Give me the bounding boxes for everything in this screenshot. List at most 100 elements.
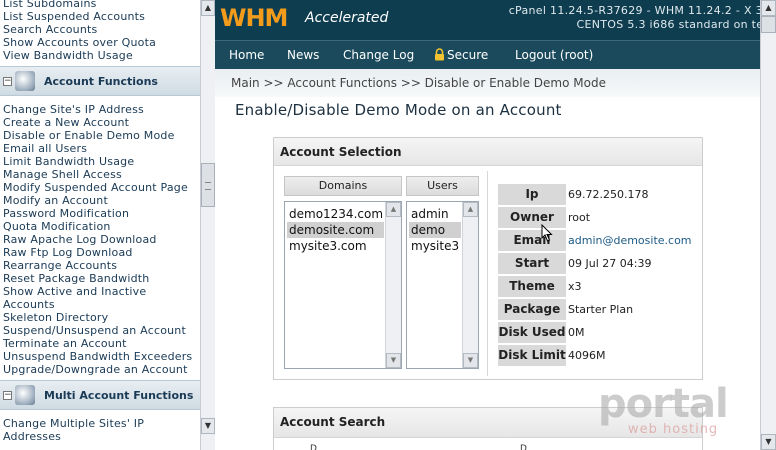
section-title: Account Functions <box>44 75 158 88</box>
detail-value-ip: 69.72.250.178 <box>568 188 649 201</box>
sidebar-link[interactable]: Password Modification <box>3 207 129 220</box>
version-info: cPanel 11.24.5-R37629 - WHM 11.24.2 - X … <box>508 4 760 17</box>
nav-secure-label: Secure <box>447 48 489 62</box>
page-scrollbar[interactable]: ▲ ▼ <box>760 0 776 450</box>
sidebar-link[interactable]: Create a New Account <box>3 116 129 129</box>
detail-label-owner: Owner <box>498 207 566 228</box>
sidebar-link[interactable]: Modify Suspended Account Page <box>3 181 188 194</box>
detail-label-disk-limit: Disk Limit <box>498 345 566 366</box>
user-option[interactable]: mysite3 <box>409 238 461 254</box>
domains-listbox[interactable]: demo1234.com demosite.com mysite3.com ▲ … <box>284 201 402 369</box>
search-field-label: D <box>520 444 527 450</box>
breadcrumb: Main >> Account Functions >> Disable or … <box>231 76 606 90</box>
sidebar-link[interactable]: Limit Bandwidth Usage <box>3 155 134 168</box>
sidebar-link[interactable]: Accounts <box>3 298 55 311</box>
domain-option[interactable]: demo1234.com <box>287 206 384 222</box>
sidebar-link[interactable]: Terminate an Account <box>3 337 127 350</box>
sidebar-link[interactable]: Disable or Enable Demo Mode <box>3 129 175 142</box>
sidebar-link[interactable]: Reset Package Bandwidth <box>3 272 149 285</box>
detail-value-theme: x3 <box>568 280 582 293</box>
sidebar-link[interactable]: Upgrade/Downgrade an Account <box>3 363 188 376</box>
account-functions-icon <box>15 71 35 91</box>
page-title: Enable/Disable Demo Mode on an Account <box>235 101 562 119</box>
sidebar-link[interactable]: Addresses <box>3 430 61 443</box>
detail-label-email: Email <box>498 230 566 251</box>
sidebar-link[interactable]: Email all Users <box>3 142 87 155</box>
domain-option-selected[interactable]: demosite.com <box>287 222 384 238</box>
users-scrollbar[interactable]: ▲ ▼ <box>462 202 478 368</box>
panel-header: Account Selection <box>274 138 702 166</box>
detail-label-ip: Ip <box>498 184 566 205</box>
sidebar-link[interactable]: Skeleton Directory <box>3 311 108 324</box>
user-option-selected[interactable]: demo <box>409 222 461 238</box>
account-selection-panel: Account Selection Domains Users demo1234… <box>273 137 703 380</box>
nav-change-log[interactable]: Change Log <box>343 48 414 62</box>
user-option[interactable]: admin <box>409 206 461 222</box>
scroll-down-arrow-icon[interactable]: ▼ <box>761 434 776 450</box>
scrollbar-thumb[interactable] <box>761 16 776 33</box>
whm-logo: WHM <box>220 4 288 32</box>
users-column-header: Users <box>406 176 479 196</box>
scroll-up-arrow-icon[interactable]: ▲ <box>463 202 478 217</box>
sidebar-link[interactable]: Change Multiple Sites' IP <box>3 417 144 430</box>
section-title: Multi Account Functions <box>44 389 194 402</box>
nav-secure[interactable]: Secure <box>434 48 488 62</box>
sidebar-link-show-accounts-over-quota[interactable]: Show Accounts over Quota <box>3 36 156 49</box>
detail-label-theme: Theme <box>498 276 566 297</box>
sidebar: List Subdomains List Suspended Accounts … <box>0 0 200 450</box>
multi-account-functions-icon <box>15 385 35 405</box>
mouse-cursor-icon <box>541 224 553 242</box>
panel-title: Account Search <box>280 415 386 429</box>
scroll-down-arrow-icon[interactable]: ▼ <box>201 418 215 434</box>
sidebar-link[interactable]: Suspend/Unsuspend an Account <box>3 324 186 337</box>
sidebar-link-list-suspended-accounts[interactable]: List Suspended Accounts <box>3 10 145 23</box>
collapse-icon[interactable]: − <box>3 77 12 86</box>
sidebar-link[interactable]: Change Site's IP Address <box>3 103 144 116</box>
scroll-down-arrow-icon[interactable]: ▼ <box>386 353 401 368</box>
breadcrumb-bar: Main >> Account Functions >> Disable or … <box>215 69 760 97</box>
lock-icon <box>435 48 444 61</box>
panel-header: Account Search <box>274 408 702 438</box>
sidebar-link-list-subdomains[interactable]: List Subdomains <box>3 0 97 10</box>
scroll-up-arrow-icon[interactable]: ▲ <box>761 0 776 16</box>
scrollbar-thumb[interactable] <box>201 163 215 207</box>
detail-label-package: Package <box>498 299 566 320</box>
detail-value-email-link[interactable]: admin@demosite.com <box>568 230 692 251</box>
panel-title: Account Selection <box>280 145 402 159</box>
collapse-icon[interactable]: − <box>3 391 12 400</box>
detail-value-disk-limit: 4096M <box>568 349 606 362</box>
detail-value-package: Starter Plan <box>568 303 634 316</box>
sidebar-link[interactable]: Manage Shell Access <box>3 168 122 181</box>
logo-subtitle: Accelerated <box>305 10 389 26</box>
sidebar-link[interactable]: Unsuspend Bandwidth Exceeders <box>3 350 192 363</box>
nav-logout[interactable]: Logout (root) <box>515 48 593 62</box>
section-header-account-functions[interactable]: − Account Functions <box>0 66 200 96</box>
sidebar-link-view-bandwidth-usage[interactable]: View Bandwidth Usage <box>3 49 133 62</box>
sidebar-scrollbar[interactable]: ▲ ▼ <box>200 0 215 450</box>
sidebar-link[interactable]: Rearrange Accounts <box>3 259 117 272</box>
header-banner: WHM Accelerated cPanel 11.24.5-R37629 - … <box>215 0 760 40</box>
domains-column-header: Domains <box>284 176 402 196</box>
divider <box>487 171 488 376</box>
scroll-up-arrow-icon[interactable]: ▲ <box>386 202 401 217</box>
sidebar-link[interactable]: Raw Apache Log Download <box>3 233 157 246</box>
detail-label-disk-used: Disk Used <box>498 322 566 343</box>
scroll-down-arrow-icon[interactable]: ▼ <box>463 353 478 368</box>
domain-option[interactable]: mysite3.com <box>287 238 384 254</box>
sidebar-link-search-accounts[interactable]: Search Accounts <box>3 23 97 36</box>
sidebar-link[interactable]: Show Active and Inactive <box>3 285 146 298</box>
nav-news[interactable]: News <box>287 48 319 62</box>
domains-scrollbar[interactable]: ▲ ▼ <box>385 202 401 368</box>
search-field-label: D <box>310 444 317 450</box>
sidebar-link[interactable]: Raw Ftp Log Download <box>3 246 133 259</box>
detail-value-start-date: 09 Jul 27 04:39 <box>568 257 652 270</box>
sidebar-link[interactable]: Quota Modification <box>3 220 111 233</box>
nav-home[interactable]: Home <box>229 48 264 62</box>
sidebar-link[interactable]: Modify an Account <box>3 194 108 207</box>
section-header-multi-account-functions[interactable]: − Multi Account Functions <box>0 380 200 410</box>
users-listbox[interactable]: admin demo mysite3 ▲ ▼ <box>406 201 479 369</box>
scroll-up-arrow-icon[interactable]: ▲ <box>201 0 215 16</box>
main-content: WHM Accelerated cPanel 11.24.5-R37629 - … <box>215 0 760 450</box>
detail-label-start-date: Start Date <box>498 253 566 291</box>
detail-value-disk-used: 0M <box>568 326 585 339</box>
